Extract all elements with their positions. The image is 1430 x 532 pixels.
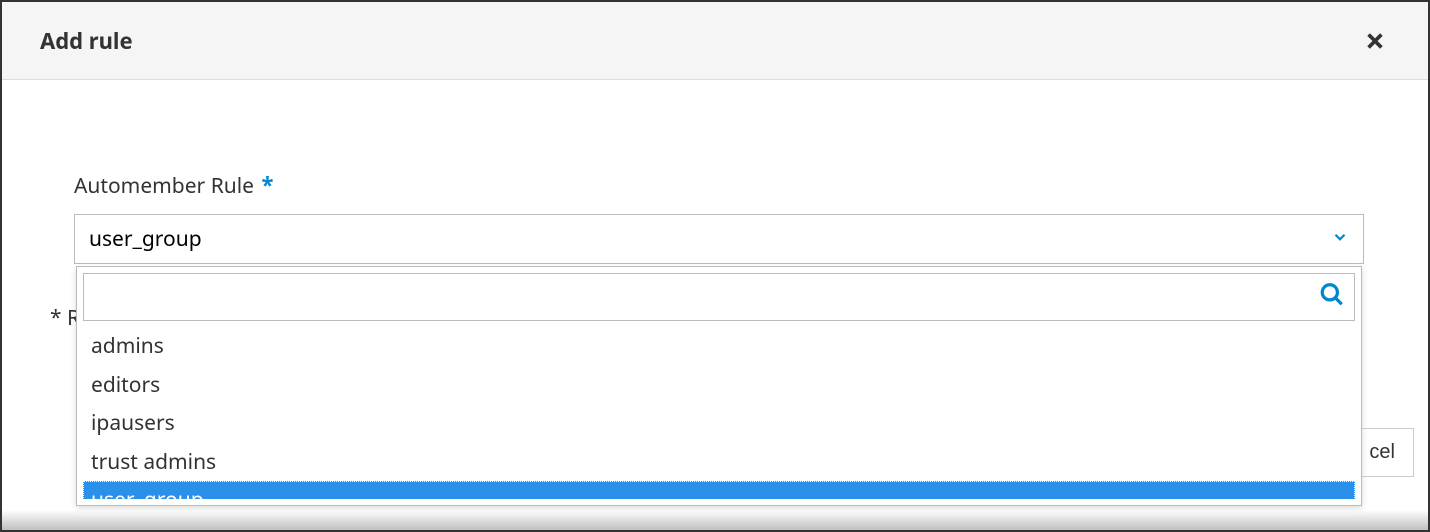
modal-body: Automember Rule * user_group bbox=[2, 80, 1428, 264]
combobox-selected-value: user_group bbox=[89, 225, 202, 253]
required-star-icon: * bbox=[261, 170, 273, 200]
automember-rule-label: Automember Rule * bbox=[74, 170, 1356, 200]
search-row bbox=[83, 273, 1355, 321]
automember-rule-combobox: user_group bbox=[74, 214, 1364, 264]
close-button[interactable] bbox=[1360, 26, 1390, 56]
combobox-selected-display[interactable]: user_group bbox=[74, 214, 1364, 264]
option-item-admins[interactable]: admins bbox=[83, 327, 1355, 366]
search-input[interactable] bbox=[83, 273, 1355, 321]
close-icon bbox=[1364, 30, 1386, 52]
combobox-dropdown: admins editors ipausers trust admins use… bbox=[76, 266, 1362, 506]
modal-bottom-shadow bbox=[2, 510, 1428, 530]
field-label-text: Automember Rule bbox=[74, 172, 254, 200]
modal-header: Add rule bbox=[2, 2, 1428, 80]
option-item-trust-admins[interactable]: trust admins bbox=[83, 443, 1355, 482]
search-icon[interactable] bbox=[1319, 282, 1345, 313]
modal-title: Add rule bbox=[40, 26, 133, 56]
option-item-ipausers[interactable]: ipausers bbox=[83, 404, 1355, 443]
chevron-down-icon bbox=[1331, 225, 1349, 253]
add-rule-modal: Add rule * R cel Automember Rule * user_… bbox=[2, 2, 1428, 530]
option-item-user-group[interactable]: user_group bbox=[83, 481, 1355, 499]
option-item-editors[interactable]: editors bbox=[83, 366, 1355, 405]
options-list[interactable]: admins editors ipausers trust admins use… bbox=[83, 327, 1355, 499]
